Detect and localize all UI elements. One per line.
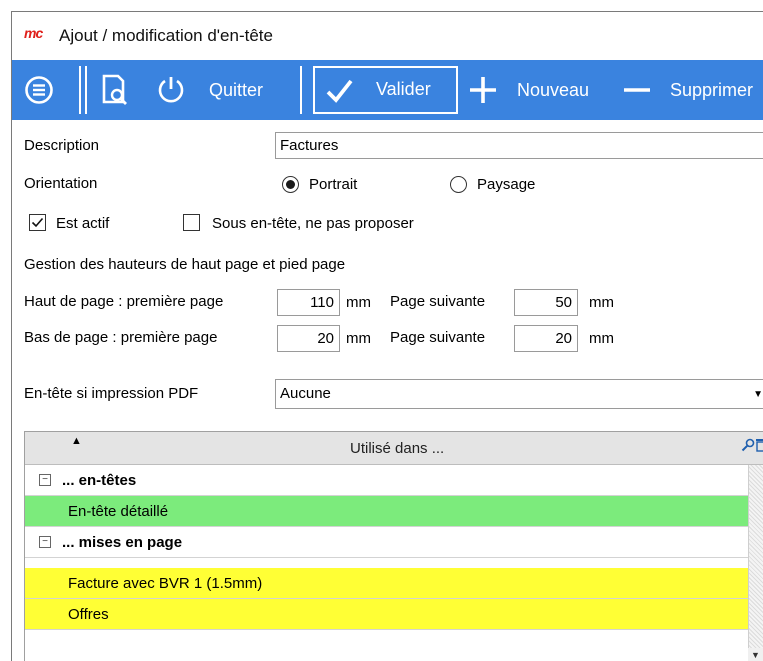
scroll-down-icon[interactable]: ▼: [748, 648, 763, 661]
used-in-grid: ▲ Utilisé dans ... − ... en-têtes En-têt…: [24, 431, 763, 661]
new-label: Nouveau: [517, 79, 590, 100]
landscape-radio[interactable]: [450, 176, 467, 193]
bottom-first-page-input[interactable]: 20: [277, 325, 340, 352]
grid-tools: [741, 436, 763, 452]
chevron-down-icon[interactable]: ▼: [749, 380, 763, 408]
group-label: ... mises en page: [62, 534, 183, 551]
active-label: Est actif: [56, 215, 110, 232]
landscape-label: Paysage: [477, 176, 536, 193]
unit-label: mm: [346, 330, 371, 347]
collapse-icon[interactable]: −: [39, 474, 51, 486]
bottom-first-page-value: 20: [317, 330, 334, 347]
bottom-next-page-input[interactable]: 20: [514, 325, 578, 352]
toolbar-separator: [300, 66, 302, 114]
orientation-label: Orientation: [24, 175, 98, 192]
vertical-scrollbar[interactable]: ▼: [748, 465, 763, 661]
bottom-next-page-value: 20: [555, 330, 572, 347]
grid-header-label: Utilisé dans ...: [350, 440, 445, 457]
quit-label: Quitter: [209, 79, 264, 100]
delete-label: Supprimer: [670, 79, 754, 100]
unit-label: mm: [346, 294, 371, 311]
dialog-window: mc Ajout / modification d'en-tête Quitte…: [11, 11, 763, 661]
minus-icon: [624, 88, 650, 92]
top-next-page-label: Page suivante: [390, 293, 486, 310]
top-next-page-value: 50: [555, 294, 572, 311]
row-label: Offres: [68, 606, 109, 623]
power-icon: [158, 77, 184, 103]
unit-label: mm: [589, 294, 614, 311]
delete-button[interactable]: Supprimer: [622, 74, 753, 106]
heights-section-title: Gestion des hauteurs de haut page et pie…: [24, 256, 346, 273]
check-icon: [31, 217, 44, 228]
pdf-header-select[interactable]: Aucune ▼: [275, 379, 763, 409]
sub-header-checkbox[interactable]: [183, 214, 200, 231]
pdf-header-label: En-tête si impression PDF: [24, 385, 199, 402]
table-row[interactable]: En-tête détaillé: [25, 496, 749, 527]
window-title: Ajout / modification d'en-tête: [59, 26, 273, 45]
pdf-header-value: Aucune: [280, 385, 331, 402]
bottom-next-page-label: Page suivante: [390, 329, 486, 346]
validate-button[interactable]: Valider: [313, 66, 458, 114]
portrait-label: Portrait: [309, 176, 358, 193]
app-logo: mc: [24, 25, 43, 41]
sub-header-label: Sous en-tête, ne pas proposer: [212, 215, 414, 232]
plus-icon: [470, 77, 496, 103]
print-preview-icon: [102, 74, 127, 105]
top-first-page-input[interactable]: 110: [277, 289, 340, 316]
table-row[interactable]: Offres: [25, 599, 749, 630]
quit-button[interactable]: Quitter: [155, 74, 263, 106]
title-bar: mc Ajout / modification d'en-tête: [12, 12, 763, 60]
table-row[interactable]: Facture avec BVR 1 (1.5mm): [25, 568, 749, 599]
group-label: ... en-têtes: [62, 472, 137, 489]
grid-header[interactable]: ▲ Utilisé dans ...: [25, 432, 763, 465]
unit-label: mm: [589, 330, 614, 347]
new-button[interactable]: Nouveau: [467, 74, 589, 106]
top-next-page-input[interactable]: 50: [514, 289, 578, 316]
toolbar-separator: [85, 66, 87, 114]
active-checkbox[interactable]: [29, 214, 46, 231]
checkmark-icon: [326, 79, 353, 103]
collapse-icon[interactable]: −: [39, 536, 51, 548]
toolbar-separator: [79, 66, 81, 114]
validate-label: Valider: [376, 79, 431, 99]
trash-icon[interactable]: [755, 438, 763, 452]
row-label: En-tête détaillé: [68, 503, 169, 520]
menu-icon: [25, 76, 53, 104]
top-first-page-value: 110: [310, 294, 334, 311]
description-label: Description: [24, 137, 100, 154]
row-label: Facture avec BVR 1 (1.5mm): [68, 575, 263, 592]
toolbar: Quitter Valider Nouveau Supprimer: [12, 60, 763, 120]
sort-ascending-icon[interactable]: ▲: [71, 435, 82, 447]
grid-group-row[interactable]: − ... mises en page: [25, 527, 749, 558]
bottom-first-page-label: Bas de page : première page: [24, 329, 218, 346]
search-icon[interactable]: [741, 438, 755, 452]
grid-group-row[interactable]: − ... en-têtes: [25, 465, 749, 496]
preview-button[interactable]: [99, 73, 133, 107]
top-first-page-label: Haut de page : première page: [24, 293, 224, 310]
menu-button[interactable]: [24, 75, 54, 105]
portrait-radio[interactable]: [282, 176, 299, 193]
description-input[interactable]: Factures: [275, 132, 763, 159]
description-value: Factures: [280, 137, 339, 154]
